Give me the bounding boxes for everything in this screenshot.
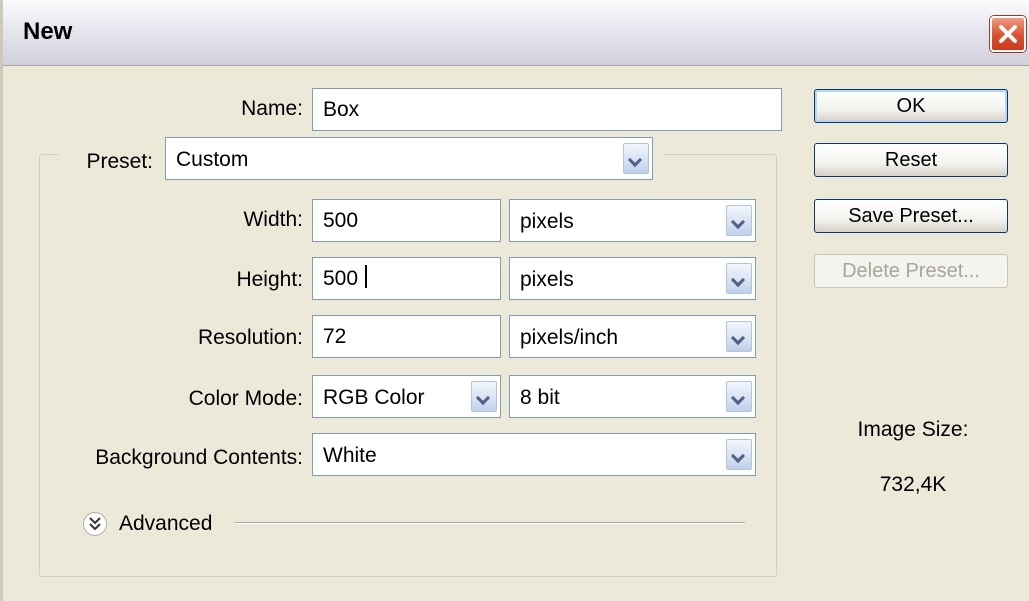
color-mode-label: Color Mode: — [188, 387, 303, 410]
delete-preset-button: Delete Preset... — [814, 254, 1008, 288]
chevron-down-icon[interactable] — [623, 143, 649, 174]
close-icon — [999, 25, 1017, 43]
width-unit-select[interactable]: pixels — [509, 199, 756, 242]
window-title: New — [23, 18, 73, 45]
image-size-label: Image Size: — [857, 418, 969, 441]
chevron-down-icon[interactable] — [726, 263, 752, 294]
height-label: Height: — [236, 268, 303, 291]
resolution-label: Resolution: — [197, 326, 303, 349]
bit-depth-value: 8 bit — [520, 385, 560, 409]
text-caret — [365, 265, 367, 288]
height-unit-select[interactable]: pixels — [509, 257, 756, 300]
double-chevron-down-icon — [89, 517, 101, 531]
height-unit-value: pixels — [520, 267, 574, 291]
chevron-down-icon[interactable] — [471, 381, 497, 412]
chevron-down-icon[interactable] — [726, 439, 752, 470]
color-mode-value: RGB Color — [323, 385, 425, 409]
color-mode-select[interactable]: RGB Color — [312, 375, 501, 418]
width-label: Width: — [243, 208, 303, 231]
reset-button[interactable]: Reset — [814, 143, 1008, 177]
close-button[interactable] — [990, 16, 1026, 52]
chevron-down-icon[interactable] — [726, 205, 752, 236]
name-input[interactable]: Box — [312, 88, 782, 131]
background-contents-value: White — [323, 443, 377, 467]
chevron-down-icon[interactable] — [726, 381, 752, 412]
resolution-unit-value: pixels/inch — [520, 325, 619, 349]
bit-depth-select[interactable]: 8 bit — [509, 375, 756, 418]
title-bar[interactable]: New — [3, 0, 1029, 66]
preset-label: Preset: — [86, 150, 153, 173]
background-contents-label: Background Contents: — [95, 446, 303, 469]
name-label: Name: — [241, 97, 303, 120]
preset-select[interactable]: Custom — [165, 137, 653, 180]
advanced-label[interactable]: Advanced — [119, 512, 212, 536]
image-size-value: 732,4K — [879, 473, 947, 496]
advanced-toggle[interactable] — [83, 512, 107, 536]
resolution-unit-select[interactable]: pixels/inch — [509, 315, 756, 358]
new-document-dialog: New Name: Box Preset: Custom Width: 500 … — [0, 0, 1029, 601]
width-unit-value: pixels — [520, 209, 574, 233]
preset-value: Custom — [176, 147, 249, 171]
advanced-divider — [235, 522, 745, 524]
save-preset-button[interactable]: Save Preset... — [814, 199, 1008, 233]
background-contents-select[interactable]: White — [312, 433, 756, 476]
ok-button[interactable]: OK — [814, 89, 1008, 123]
width-input[interactable]: 500 — [312, 199, 501, 242]
chevron-down-icon[interactable] — [726, 321, 752, 352]
resolution-input[interactable]: 72 — [312, 315, 501, 358]
height-input[interactable]: 500 — [312, 257, 501, 300]
